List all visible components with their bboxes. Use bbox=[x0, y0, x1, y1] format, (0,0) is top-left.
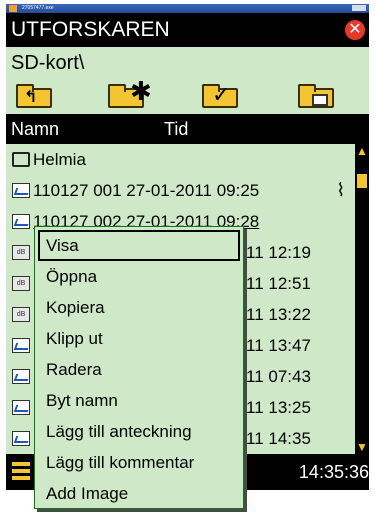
toolbar: ↰ ✱ ✓ bbox=[6, 78, 369, 114]
new-folder-icon[interactable]: ✱ bbox=[108, 78, 154, 110]
scrollbar[interactable]: ▲ ▼ bbox=[355, 144, 369, 454]
scroll-thumb[interactable] bbox=[357, 174, 367, 188]
app-header: UTFORSKAREN ✕ bbox=[6, 13, 369, 47]
menu-item-lagg-till-anteckning[interactable]: Lägg till anteckning bbox=[38, 416, 240, 447]
menu-item-byt-namn[interactable]: Byt namn bbox=[38, 385, 240, 416]
menu-item-klipp-ut[interactable]: Klipp ut bbox=[38, 323, 240, 354]
menu-item-visa[interactable]: Visa bbox=[38, 230, 240, 261]
select-folder-icon[interactable]: ✓ bbox=[202, 82, 242, 110]
window-titlebar: 27057477.exe bbox=[6, 4, 369, 13]
menu-item-lagg-till-kommentar[interactable]: Lägg till kommentar bbox=[38, 447, 240, 478]
chevron-down-icon[interactable]: ▼ bbox=[355, 440, 369, 454]
menu-item-oppna[interactable]: Öppna bbox=[38, 261, 240, 292]
window-title: 27057477.exe bbox=[22, 5, 54, 11]
waveform-file-icon bbox=[12, 400, 30, 415]
menu-item-radera[interactable]: Radera bbox=[38, 354, 240, 385]
db-file-icon: dB bbox=[12, 276, 30, 291]
waveform-file-icon bbox=[12, 369, 30, 384]
path-breadcrumb: SD-kort\ bbox=[6, 47, 369, 79]
list-item[interactable]: Helmia bbox=[6, 144, 355, 175]
list-item[interactable]: 110127 001 27-01-2011 09:25 ⌇ bbox=[6, 175, 355, 206]
waveform-file-icon bbox=[12, 183, 30, 198]
menu-item-add-image[interactable]: Add Image bbox=[38, 478, 240, 509]
close-icon[interactable]: ✕ bbox=[345, 20, 365, 40]
column-name[interactable]: Namn bbox=[11, 114, 59, 144]
menu-icon[interactable] bbox=[12, 462, 30, 482]
clipboard-icon[interactable] bbox=[298, 82, 338, 110]
context-menu: Visa Öppna Kopiera Klipp ut Radera Byt n… bbox=[34, 226, 244, 509]
app-icon bbox=[9, 5, 17, 12]
waveform-file-icon bbox=[12, 214, 30, 229]
clock: 14:35:36 bbox=[298, 462, 369, 482]
folder-up-icon[interactable]: ↰ bbox=[16, 82, 56, 110]
db-file-icon: dB bbox=[12, 245, 30, 260]
waveform-file-icon bbox=[12, 431, 30, 446]
window-controls[interactable] bbox=[352, 5, 366, 11]
db-file-icon: dB bbox=[12, 307, 30, 322]
waveform-file-icon bbox=[12, 338, 30, 353]
chevron-up-icon[interactable]: ▲ bbox=[355, 144, 369, 158]
menu-item-kopiera[interactable]: Kopiera bbox=[38, 292, 240, 323]
column-time[interactable]: Tid bbox=[164, 114, 188, 144]
folder-icon bbox=[12, 152, 30, 167]
page-title: UTFORSKAREN bbox=[11, 18, 170, 41]
paperclip-icon: ⌇ bbox=[336, 180, 345, 200]
column-header: Namn Tid bbox=[6, 114, 369, 144]
